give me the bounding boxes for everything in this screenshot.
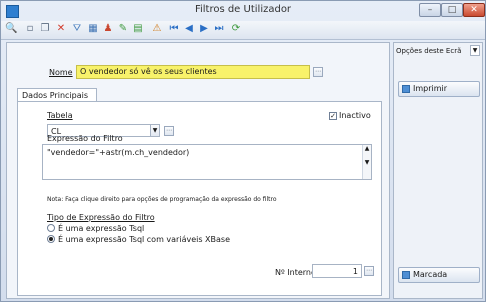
new-document-icon[interactable]: ▫ xyxy=(24,23,36,35)
radio-tsql-label: É uma expressão Tsql xyxy=(58,224,145,233)
chevron-down-icon[interactable]: ▼ xyxy=(150,124,160,137)
minimize-button[interactable]: – xyxy=(419,3,441,17)
window: Filtros de Utilizador – □ ✕ 🔍 ▫ ❐ ✕ ⛛ ▦ … xyxy=(0,0,486,302)
toolbar: 🔍 ▫ ❐ ✕ ⛛ ▦ ♟ ✎ ▤ ⚠ ⏮ ◀ ▶ ⏭ ⟳ xyxy=(1,21,485,40)
refresh-icon[interactable]: ⟳ xyxy=(230,23,242,35)
tipo-label: Tipo de Expressão do Filtro xyxy=(47,213,155,222)
edit-icon[interactable]: ✎ xyxy=(117,23,129,35)
tabela-label: Tabela xyxy=(47,111,73,120)
main-panel: Nome O vendedor só vê os seus clientes ⋯… xyxy=(6,42,390,299)
bookmark-icon xyxy=(402,271,410,279)
copy-document-icon[interactable]: ❐ xyxy=(39,23,51,35)
radio-tsql-xbase-label: É uma expressão Tsql com variáveis XBase xyxy=(58,235,231,244)
filter-icon[interactable]: ⛛ xyxy=(71,23,83,35)
tabela-options-button[interactable]: ⋯ xyxy=(164,126,174,136)
nome-input[interactable]: O vendedor só vê os seus clientes xyxy=(76,65,310,79)
nome-label: Nome xyxy=(49,68,73,77)
nome-options-button[interactable]: ⋯ xyxy=(313,67,323,77)
users-icon[interactable]: ♟ xyxy=(102,23,114,35)
inactivo-checkbox[interactable]: ✓ xyxy=(329,112,337,120)
grid-icon[interactable]: ▦ xyxy=(87,23,99,35)
chevron-down-icon[interactable]: ▼ xyxy=(470,45,480,56)
chart-icon[interactable]: ▤ xyxy=(132,23,144,35)
side-options-label: Opções deste Ecrã xyxy=(396,47,462,55)
radio-tsql[interactable] xyxy=(47,224,55,232)
expressao-text: "vendedor="+astr(m.ch_vendedor) xyxy=(47,148,190,157)
last-record-icon[interactable]: ⏭ xyxy=(213,23,225,35)
ninterno-input[interactable]: 1 xyxy=(312,264,362,278)
tab-dados-principais[interactable]: Dados Principais xyxy=(17,88,97,102)
expressao-label: Expressão do Filtro xyxy=(47,134,123,143)
marcada-button[interactable]: Marcada xyxy=(398,267,480,283)
maximize-button[interactable]: □ xyxy=(441,3,463,17)
ninterno-label: Nº Interno xyxy=(275,268,316,277)
first-record-icon[interactable]: ⏮ xyxy=(168,23,180,35)
marcada-label: Marcada xyxy=(413,270,448,279)
nota-text: Nota: Faça clique direito para opções de… xyxy=(47,196,277,203)
expressao-scrollbar[interactable]: ▲ ▼ xyxy=(362,145,371,179)
imprimir-button[interactable]: Imprimir xyxy=(398,81,480,97)
close-button[interactable]: ✕ xyxy=(463,3,485,17)
inactivo-label: Inactivo xyxy=(339,111,371,120)
printer-icon xyxy=(402,85,410,93)
imprimir-label: Imprimir xyxy=(413,84,448,93)
ninterno-options-button[interactable]: ⋯ xyxy=(364,266,374,276)
warning-icon[interactable]: ⚠ xyxy=(151,23,163,35)
delete-icon[interactable]: ✕ xyxy=(55,23,67,35)
radio-tsql-xbase[interactable] xyxy=(47,235,55,243)
expressao-textarea[interactable]: "vendedor="+astr(m.ch_vendedor) ▲ ▼ xyxy=(42,144,372,180)
previous-record-icon[interactable]: ◀ xyxy=(183,23,195,35)
next-record-icon[interactable]: ▶ xyxy=(198,23,210,35)
side-panel: Opções deste Ecrã ▼ Imprimir Marcada xyxy=(393,42,483,299)
search-icon[interactable]: 🔍 xyxy=(5,23,17,35)
title-bar: Filtros de Utilizador – □ ✕ xyxy=(1,1,485,21)
window-title: Filtros de Utilizador xyxy=(194,4,292,15)
